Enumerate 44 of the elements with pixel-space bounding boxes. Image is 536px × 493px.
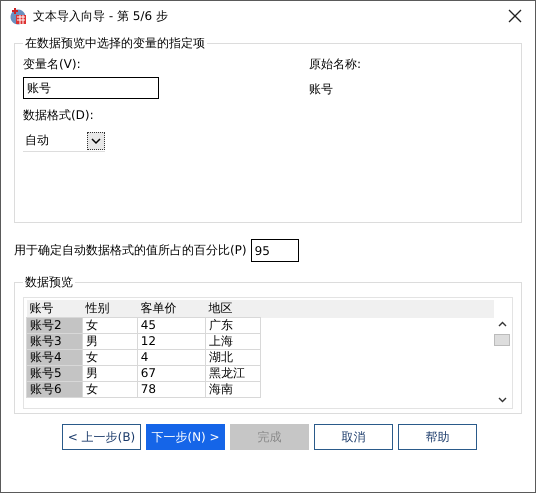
dialog-button[interactable]: < 上一步(B) (62, 424, 141, 450)
close-icon[interactable] (507, 8, 523, 24)
table-cell: 男 (82, 366, 138, 382)
field-label: 变量名(V): (23, 56, 82, 73)
dialog-button[interactable]: 下一步(N) > (146, 424, 225, 450)
table-cell: 上海 (205, 334, 261, 350)
table-cell: 账号3 (26, 334, 82, 350)
table-cell: 湖北 (205, 350, 261, 366)
window-title: 文本导入向导 - 第 5/6 步 (33, 8, 169, 24)
table-cell: 账号4 (26, 350, 82, 366)
table-cell: 广东 (205, 318, 261, 334)
table-cell: 黑龙江 (205, 366, 261, 382)
field-label: 用于确定自动数据格式的值所占的百分比(P) (14, 242, 247, 259)
table-cell: 账号6 (26, 382, 82, 398)
scroll-thumb[interactable] (494, 334, 510, 346)
column-header[interactable]: 账号 (26, 300, 82, 318)
table-cell: 67 (137, 366, 206, 382)
table-cell: 女 (82, 318, 138, 334)
table-cell: 4 (137, 350, 206, 366)
data-table[interactable]: 账号 性别 客单价 地区 账号2 女 45 广东 账号3 男 12 上海 账号4 女 4 湖北 账号5 男 67 黑龙江 账号6 女 78 海南 (23, 297, 513, 409)
group-title: 数据预览 (24, 274, 74, 291)
table-cell: 78 (137, 382, 206, 398)
dialog-button[interactable]: 帮助 (398, 424, 477, 450)
dropdown[interactable]: 自动 (23, 130, 105, 152)
table-cell: 海南 (205, 382, 261, 398)
table-cell: 女 (82, 350, 138, 366)
input-field[interactable]: 账号 (23, 77, 159, 99)
table-cell: 账号5 (26, 366, 82, 382)
dialog-button[interactable]: 取消 (314, 424, 393, 450)
field-value: 账号 (309, 81, 334, 98)
column-header[interactable]: 客单价 (137, 300, 206, 318)
table-cell: 男 (82, 334, 138, 350)
column-header[interactable]: 性别 (82, 300, 138, 318)
caret-icon (87, 132, 105, 150)
table-cell: 女 (82, 382, 138, 398)
table-cell: 45 (137, 318, 206, 334)
input-field[interactable]: 95 (250, 239, 299, 262)
field-label: 原始名称: (309, 56, 362, 73)
column-header[interactable]: 地区 (205, 300, 261, 318)
group-title: 在数据预览中选择的变量的指定项 (24, 35, 206, 52)
app-icon (9, 7, 27, 25)
table-cell: 账号2 (26, 318, 82, 334)
field-label: 数据格式(D): (23, 107, 95, 124)
table-cell: 12 (137, 334, 206, 350)
